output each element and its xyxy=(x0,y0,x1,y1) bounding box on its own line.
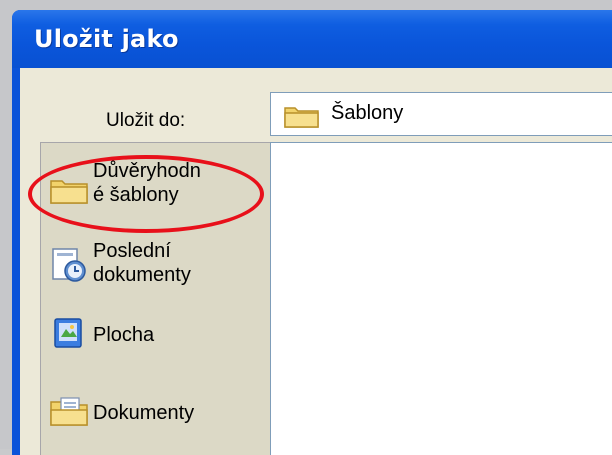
file-list[interactable] xyxy=(270,142,612,455)
folder-icon xyxy=(50,180,88,204)
window-title: Uložit jako xyxy=(34,25,179,53)
desktop-icon xyxy=(54,318,82,348)
place-recent-documents[interactable]: Poslední dokumenty xyxy=(41,227,273,297)
save-in-label: Uložit do: xyxy=(106,110,186,131)
title-bar[interactable]: Uložit jako xyxy=(12,10,612,68)
dialog-body: Uložit do: Šablony Důvěryhodn é šablony xyxy=(20,68,612,455)
save-as-dialog: Uložit jako Uložit do: Šablony Důvěryhod… xyxy=(12,10,612,455)
my-documents-icon xyxy=(50,397,88,426)
place-trusted-templates[interactable]: Důvěryhodn é šablony xyxy=(41,149,273,219)
place-label: Poslední dokumenty xyxy=(93,240,191,286)
recent-documents-icon xyxy=(52,248,86,282)
place-desktop[interactable]: Plocha xyxy=(41,307,273,377)
folder-icon xyxy=(284,107,319,128)
place-label: Plocha xyxy=(93,324,155,346)
place-label: Důvěryhodn é šablony xyxy=(93,160,201,206)
place-label: Dokumenty xyxy=(93,402,195,424)
place-my-documents[interactable]: Dokumenty xyxy=(41,383,273,453)
save-in-value: Šablony xyxy=(331,102,404,124)
places-bar: Důvěryhodn é šablony Poslední dokumenty xyxy=(40,142,272,455)
save-in-dropdown[interactable]: Šablony xyxy=(270,92,612,136)
